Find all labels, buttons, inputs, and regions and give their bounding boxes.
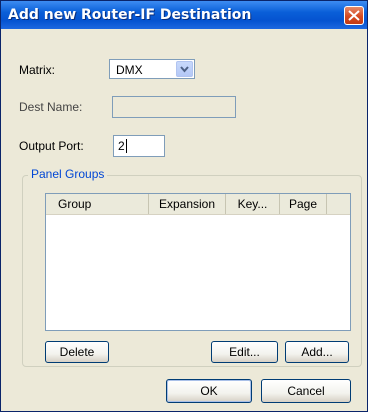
title-bar[interactable]: Add new Router-IF Destination [1,1,367,29]
ok-button[interactable]: OK [166,379,252,403]
matrix-label: Matrix: [19,63,55,77]
matrix-value: DMX [116,63,143,77]
edit-button[interactable]: Edit... [211,341,278,363]
chevron-down-icon [180,66,189,73]
delete-button[interactable]: Delete [45,341,109,363]
dest-name-label: Dest Name: [19,100,83,114]
column-header-group[interactable]: Group [46,194,149,214]
panel-groups-title: Panel Groups [28,167,108,181]
panel-groups-list[interactable]: Group Expansion Key... Page [45,193,351,331]
cancel-button[interactable]: Cancel [261,379,351,403]
add-button[interactable]: Add... [285,341,349,363]
column-header-expansion[interactable]: Expansion [149,194,226,214]
output-port-field[interactable]: 2 [113,135,165,157]
output-port-label: Output Port: [19,139,84,153]
close-button[interactable] [344,6,364,25]
dialog-title: Add new Router-IF Destination [8,7,252,23]
list-header: Group Expansion Key... Page [46,194,350,215]
column-header-key[interactable]: Key... [226,194,280,214]
text-caret [126,139,127,153]
dest-name-field[interactable] [112,96,236,118]
column-header-page[interactable]: Page [280,194,327,214]
matrix-select[interactable]: DMX [109,59,195,79]
close-icon [348,10,360,21]
dialog-window: Add new Router-IF Destination Matrix: DM… [0,0,368,412]
output-port-value: 2 [118,139,125,153]
matrix-dropdown-button[interactable] [176,61,193,77]
